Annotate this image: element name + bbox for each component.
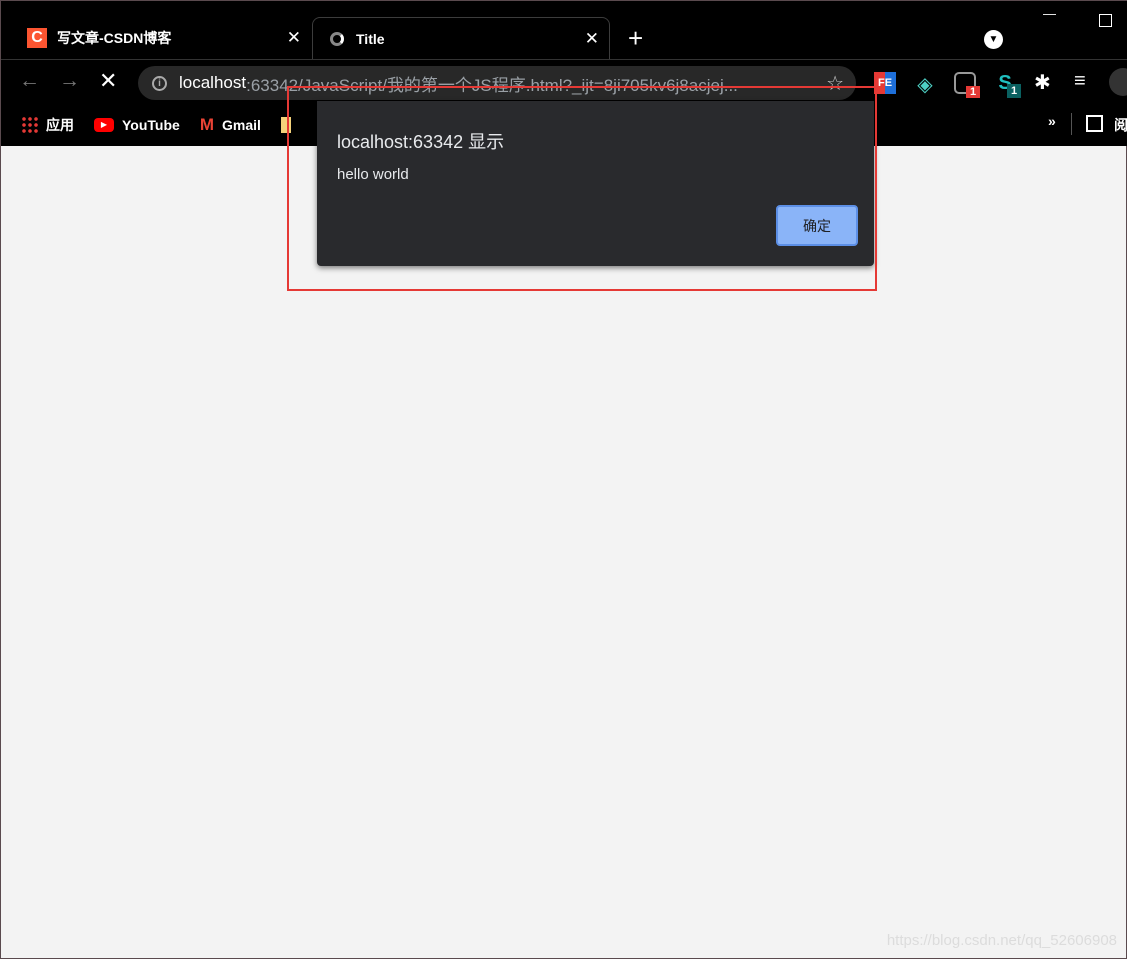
back-icon[interactable]: ← [19,69,40,93]
close-tab-icon[interactable]: ✕ [287,28,301,48]
new-tab-button[interactable]: + [628,25,643,51]
reading-list-icon[interactable] [1086,115,1103,132]
csdn-icon: C [27,28,47,48]
close-tab-icon[interactable]: ✕ [585,29,599,49]
info-icon: i [152,75,167,91]
maximize-button[interactable] [1099,14,1112,27]
screen-extension-icon[interactable]: 1 [954,72,981,98]
bookmark-label: YouTube [122,116,180,133]
bookmark-gmail[interactable]: M Gmail [200,115,261,135]
tab-title: 写文章-CSDN博客 [57,30,172,46]
diamond-extension-icon[interactable]: ◈ [914,72,936,96]
bookmark-apps[interactable]: 应用 [21,115,74,135]
youtube-icon: ▶ [94,117,114,132]
tab-strip: C 写文章-CSDN博客 ✕ Title ✕ + ▼ — [1,1,1127,59]
badge: 1 [966,86,981,98]
more-bookmarks-button[interactable]: » [1048,113,1056,129]
media-control-icon[interactable]: ≡ [1074,70,1086,93]
bookmark-youtube[interactable]: ▶ YouTube [94,117,180,133]
extensions-puzzle-icon[interactable]: ✱ [1034,70,1051,95]
divider [1071,113,1072,135]
highlight-box [287,86,877,291]
profile-avatar[interactable] [1109,68,1127,96]
fe-extension-icon[interactable]: FE [874,72,896,94]
minimize-button[interactable]: — [1043,6,1056,21]
bookmark-label: 应用 [46,116,74,133]
badge: 1 [1007,84,1022,98]
s-extension-icon[interactable]: S1 [994,72,1022,98]
gmail-icon: M [199,114,214,134]
bookmark-label: Gmail [221,116,261,133]
forward-icon[interactable]: → [59,69,80,93]
url-host: localhost [179,73,247,92]
watermark: https://blog.csdn.net/qq_52606908 [886,932,1117,949]
loading-icon [330,31,344,46]
tab-search-icon[interactable]: ▼ [984,30,1003,49]
reading-list-label[interactable]: 阅 [1114,115,1127,135]
tab-title-active[interactable]: Title ✕ [312,17,610,59]
tab-csdn[interactable]: C 写文章-CSDN博客 ✕ [15,17,311,59]
apps-grid-icon [21,116,38,133]
stop-icon[interactable]: ✕ [99,68,117,94]
tab-title: Title [356,30,385,47]
